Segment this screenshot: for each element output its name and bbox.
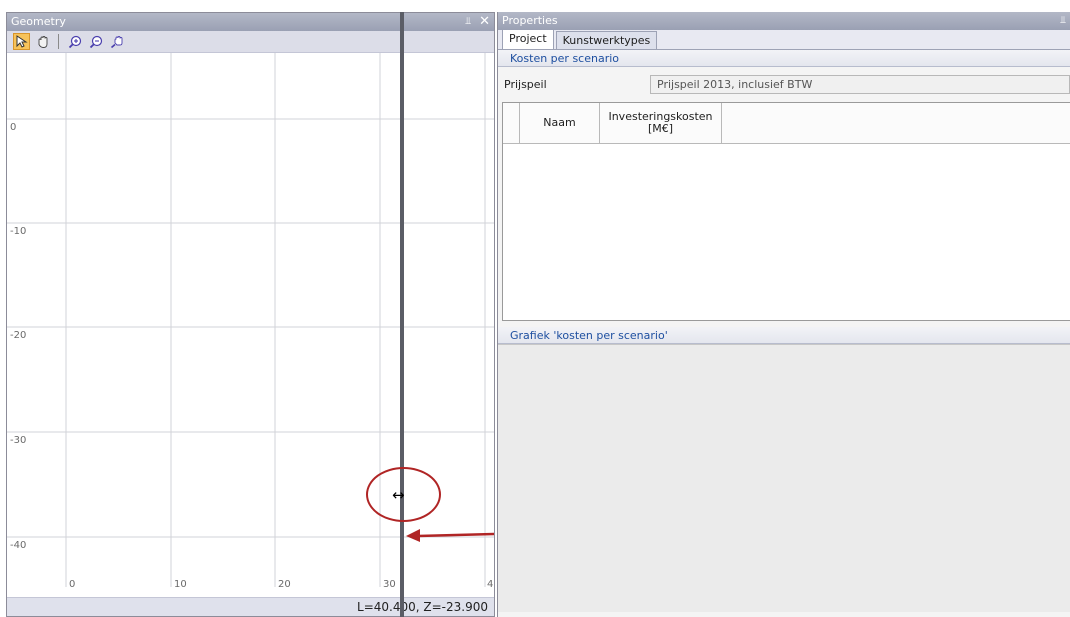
geometry-titlebar: Geometry ⫫ ✕ <box>7 13 494 31</box>
toolbar-separator <box>58 34 59 49</box>
zoom-out-button[interactable] <box>87 33 104 50</box>
pin-icon[interactable]: ⫫ <box>465 13 471 31</box>
x-tick-label: 4 <box>487 579 493 590</box>
section-grafiek[interactable]: Grafiek 'kosten per scenario' <box>498 327 1070 344</box>
row-selector-header <box>503 103 520 143</box>
x-tick-label: 10 <box>174 579 187 590</box>
zoom-in-button[interactable] <box>66 33 83 50</box>
tab-kunstwerktypes[interactable]: Kunstwerktypes <box>555 31 658 49</box>
x-tick-label: 30 <box>383 579 396 590</box>
y-tick-label: 0 <box>10 122 16 133</box>
section-kosten-per-scenario[interactable]: Kosten per scenario <box>498 50 1070 67</box>
y-tick-label: -30 <box>10 435 26 446</box>
resize-cursor-icon: ↔ <box>392 486 405 504</box>
properties-titlebar: Properties ⫫ <box>498 12 1070 30</box>
x-tick-label: 20 <box>278 579 291 590</box>
pin-icon[interactable]: ⫫ <box>1060 12 1066 30</box>
grid-header: Naam Investeringskosten [M€] <box>503 103 1070 144</box>
zoom-extents-button[interactable] <box>108 33 125 50</box>
pan-tool-button[interactable] <box>34 33 51 50</box>
y-tick-label: -10 <box>10 226 26 237</box>
y-tick-label: -40 <box>10 540 26 551</box>
geometry-toolbar <box>7 31 494 53</box>
properties-tabs: Project Kunstwerktypes <box>498 29 1070 50</box>
zoom-out-icon <box>89 35 102 48</box>
column-header-naam[interactable]: Naam <box>520 103 600 143</box>
properties-panel: Properties ⫫ Project Kunstwerktypes Kost… <box>497 12 1070 617</box>
column-header-empty <box>722 103 1070 143</box>
chart-area <box>498 344 1070 612</box>
x-tick-label: 0 <box>69 579 75 590</box>
prijspeil-dropdown[interactable]: Prijspeil 2013, inclusief BTW <box>650 74 1070 94</box>
prijspeil-row: Prijspeil Prijspeil 2013, inclusief BTW <box>498 72 1070 96</box>
tab-project[interactable]: Project <box>502 29 554 49</box>
kosten-grid[interactable]: Naam Investeringskosten [M€] <box>502 102 1070 321</box>
zoom-in-icon <box>68 35 81 48</box>
properties-title: Properties <box>502 14 558 27</box>
select-tool-button[interactable] <box>13 33 30 50</box>
select-icon <box>16 35 28 48</box>
pan-icon <box>38 35 47 48</box>
column-header-investeringskosten[interactable]: Investeringskosten [M€] <box>600 103 722 143</box>
geometry-plot[interactable]: 0 -10 -20 -30 -40 0 10 20 30 4 <box>7 53 494 606</box>
annotation-arrow <box>406 529 495 542</box>
zoom-extents-icon <box>110 35 122 48</box>
prijspeil-label: Prijspeil <box>504 77 547 91</box>
close-icon[interactable]: ✕ <box>479 13 490 31</box>
geometry-title: Geometry <box>11 15 66 28</box>
y-tick-label: -20 <box>10 330 26 341</box>
coordinate-readout: L=40.400, Z=-23.900 <box>7 597 494 616</box>
